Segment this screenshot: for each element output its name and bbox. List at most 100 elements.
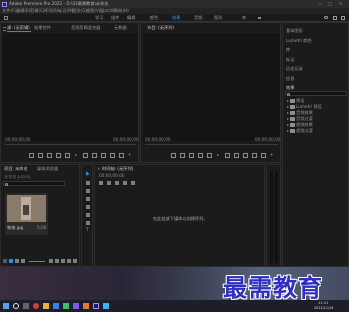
workspace-audio[interactable]: 音频	[194, 15, 202, 20]
menu-view[interactable]: 视图(V)	[86, 8, 101, 13]
workspace-assembly[interactable]: 组件	[111, 15, 119, 20]
program-play-icon[interactable]	[217, 154, 219, 156]
program-add-button-icon[interactable]: +	[270, 152, 274, 157]
step-back-icon[interactable]	[65, 153, 70, 158]
go-to-out-icon[interactable]	[92, 153, 97, 158]
step-forward-icon[interactable]	[83, 153, 88, 158]
track-select-tool-icon[interactable]	[86, 181, 90, 185]
lift-icon[interactable]	[243, 153, 248, 158]
taskbar-app-icon[interactable]	[33, 303, 39, 309]
freeform-view-icon[interactable]	[21, 259, 25, 263]
panel-libraries[interactable]: 库	[286, 47, 290, 52]
program-step-forward-icon[interactable]	[225, 153, 230, 158]
taskbar-app-icon[interactable]	[43, 303, 49, 309]
clip-thumbnail-card[interactable]: 装修.jpg 5;00	[5, 193, 48, 235]
program-add-marker-icon[interactable]	[171, 153, 176, 158]
effects-search-field[interactable]	[285, 91, 347, 96]
source-add-button-icon[interactable]: +	[128, 152, 132, 157]
minimize-button[interactable]: —	[318, 1, 322, 6]
add-marker-icon[interactable]	[29, 153, 34, 158]
search-icon[interactable]	[324, 15, 328, 19]
type-tool-icon[interactable]: T	[86, 227, 89, 232]
expand-icon[interactable]	[341, 15, 345, 20]
menu-help[interactable]: 帮助(H)	[114, 8, 129, 13]
taskbar-date[interactable]: 2021/11/24	[314, 306, 334, 310]
panel-essential-graphics[interactable]: 基本图形	[286, 28, 303, 33]
nest-icon[interactable]	[99, 181, 103, 185]
program-go-to-in-icon[interactable]	[198, 153, 203, 158]
timeline-close-icon[interactable]: ×	[97, 166, 101, 171]
menu-sequence[interactable]: 序列(S)	[44, 8, 58, 13]
pen-tool-icon[interactable]	[86, 213, 90, 217]
zoom-slider-icon[interactable]	[29, 260, 45, 262]
maximize-button[interactable]: □	[328, 1, 332, 6]
razor-tool-icon[interactable]	[86, 197, 90, 201]
program-export-frame-icon[interactable]	[261, 153, 266, 158]
new-bin-icon[interactable]	[67, 259, 71, 263]
taskbar-app-icon[interactable]	[83, 303, 89, 309]
menu-graphics[interactable]: 图形(G)	[72, 8, 87, 13]
panel-history[interactable]: 历史记录	[286, 66, 303, 71]
menu-edit[interactable]: 编辑(E)	[16, 8, 30, 13]
menu-file[interactable]: 文件(F)	[2, 8, 16, 13]
close-button[interactable]: ✕	[339, 1, 343, 6]
home-icon[interactable]	[4, 15, 8, 20]
tab-source[interactable]: 源: (无剪辑)	[7, 25, 30, 30]
export-frame-icon[interactable]	[119, 153, 124, 158]
add-marker-timeline-icon[interactable]	[123, 181, 127, 185]
wrench-icon[interactable]	[131, 181, 135, 185]
ripple-edit-tool-icon[interactable]	[86, 189, 90, 193]
source-panel-menu-icon[interactable]	[3, 27, 6, 31]
overwrite-icon[interactable]	[110, 153, 115, 158]
program-go-to-out-icon[interactable]	[234, 153, 239, 158]
panel-effects-header[interactable]: 效果	[286, 85, 294, 90]
tab-effect-controls[interactable]: 效果控件	[34, 25, 51, 30]
mark-in-icon[interactable]	[38, 153, 43, 158]
find-icon[interactable]	[61, 259, 65, 263]
tab-timeline[interactable]: 时间轴: (无序列)	[102, 166, 133, 171]
slip-tool-icon[interactable]	[86, 205, 90, 209]
program-mark-out-icon[interactable]	[189, 153, 194, 158]
program-mark-in-icon[interactable]	[180, 153, 185, 158]
source-scrubber[interactable]	[5, 144, 136, 145]
menu-marker[interactable]: 标记(M)	[58, 8, 73, 13]
mark-out-icon[interactable]	[47, 153, 52, 158]
hand-tool-icon[interactable]	[86, 221, 90, 225]
insert-icon[interactable]	[101, 153, 106, 158]
taskbar-app-icon[interactable]	[73, 303, 79, 309]
automate-icon[interactable]	[55, 259, 59, 263]
notification-icon[interactable]	[333, 15, 337, 20]
tab-program[interactable]: 节目: (无序列)	[147, 25, 174, 30]
tab-metadata[interactable]: 元数据	[114, 25, 127, 30]
workspace-editing[interactable]: 编辑	[127, 15, 135, 20]
taskbar-app-icon[interactable]	[63, 303, 69, 309]
tab-media-browser[interactable]: 媒体浏览器	[37, 166, 58, 171]
workspace-effects[interactable]: 效果	[172, 15, 180, 20]
search-taskbar-icon[interactable]	[13, 303, 19, 309]
sort-icon[interactable]	[49, 259, 53, 263]
linked-selection-icon[interactable]	[115, 181, 119, 185]
project-search-field[interactable]	[3, 181, 65, 186]
program-step-back-icon[interactable]	[207, 153, 212, 158]
workspace-menu-icon[interactable]	[258, 16, 261, 19]
new-item-icon[interactable]	[73, 259, 77, 263]
program-scrubber[interactable]	[145, 144, 278, 145]
workspace-graphics[interactable]: 图形	[214, 15, 222, 20]
list-view-icon[interactable]	[9, 259, 13, 263]
extract-icon[interactable]	[252, 153, 257, 158]
snap-icon[interactable]	[107, 181, 111, 185]
lock-icon[interactable]	[3, 259, 7, 263]
start-icon[interactable]	[3, 303, 9, 309]
taskbar-app-icon[interactable]	[103, 303, 109, 309]
menu-clip[interactable]: 剪辑(C)	[30, 8, 45, 13]
tab-project[interactable]: 项目: 未命名	[4, 166, 28, 171]
panel-markers[interactable]: 标记	[286, 57, 294, 62]
icon-view-icon[interactable]	[15, 259, 19, 263]
workspace-color[interactable]: 颜色	[150, 15, 158, 20]
panel-info[interactable]: 信息	[286, 76, 294, 81]
workspace-libraries[interactable]: 库	[242, 15, 246, 20]
go-to-in-icon[interactable]	[56, 153, 61, 158]
workspace-learn[interactable]: 学习	[95, 15, 103, 20]
task-view-icon[interactable]	[23, 303, 29, 309]
selection-tool-icon[interactable]	[84, 170, 90, 176]
